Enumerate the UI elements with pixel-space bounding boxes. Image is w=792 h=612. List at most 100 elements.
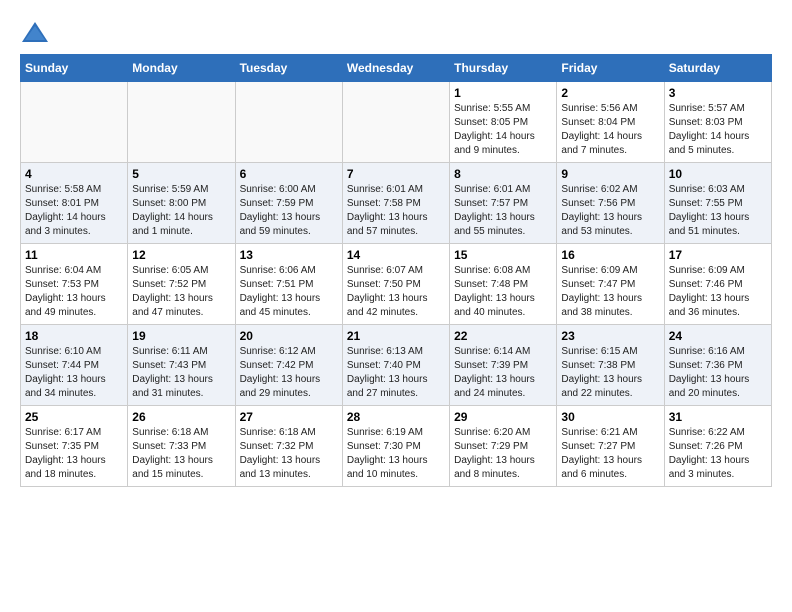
day-info: Sunrise: 6:20 AM Sunset: 7:29 PM Dayligh… xyxy=(454,426,552,482)
calendar-cell: 7Sunrise: 6:01 AM Sunset: 7:58 PM Daylig… xyxy=(342,163,449,244)
calendar-cell: 8 Sunrise: 6:01 AM Sunset: 7:57 PM Daylig… xyxy=(450,163,557,244)
day-info: Sunrise: 6:09 AM Sunset: 7:47 PM Dayligh… xyxy=(561,264,659,320)
calendar-cell: 1Sunrise: 5:55 AM Sunset: 8:05 PM Daylig… xyxy=(450,82,557,163)
day-number: 10 xyxy=(669,167,767,181)
day-info: Sunrise: 6:03 AM Sunset: 7:55 PM Dayligh… xyxy=(669,183,767,239)
calendar-cell: 20 Sunrise: 6:12 AM Sunset: 7:42 PM Dayli… xyxy=(235,325,342,406)
logo-icon xyxy=(20,20,50,44)
calendar-cell: 25 Sunrise: 6:17 AM Sunset: 7:35 PM Dayli… xyxy=(21,406,128,487)
calendar-cell: 19 Sunrise: 6:11 AM Sunset: 7:43 PM Dayli… xyxy=(128,325,235,406)
day-info: Sunrise: 5:56 AM Sunset: 8:04 PM Dayligh… xyxy=(561,102,659,158)
calendar-cell: 23 Sunrise: 6:15 AM Sunset: 7:38 PM Dayli… xyxy=(557,325,664,406)
weekday-header-thursday: Thursday xyxy=(450,55,557,82)
day-info: Sunrise: 6:11 AM Sunset: 7:43 PM Dayligh… xyxy=(132,345,230,401)
day-number: 28 xyxy=(347,410,445,424)
day-info: Sunrise: 6:14 AM Sunset: 7:39 PM Dayligh… xyxy=(454,345,552,401)
day-info: Sunrise: 6:01 AM Sunset: 7:57 PM Dayligh… xyxy=(454,183,552,239)
calendar-body: 1Sunrise: 5:55 AM Sunset: 8:05 PM Daylig… xyxy=(21,82,772,487)
weekday-header-friday: Friday xyxy=(557,55,664,82)
day-info: Sunrise: 5:58 AM Sunset: 8:01 PM Dayligh… xyxy=(25,183,123,239)
calendar-cell: 10 Sunrise: 6:03 AM Sunset: 7:55 PM Dayli… xyxy=(664,163,771,244)
day-number: 2 xyxy=(561,86,659,100)
day-info: Sunrise: 5:55 AM Sunset: 8:05 PM Dayligh… xyxy=(454,102,552,158)
day-number: 7 xyxy=(347,167,445,181)
day-number: 31 xyxy=(669,410,767,424)
day-info: Sunrise: 6:19 AM Sunset: 7:30 PM Dayligh… xyxy=(347,426,445,482)
calendar-cell: 14 Sunrise: 6:07 AM Sunset: 7:50 PM Dayli… xyxy=(342,244,449,325)
day-number: 19 xyxy=(132,329,230,343)
calendar-cell: 2 Sunrise: 5:56 AM Sunset: 8:04 PM Daylig… xyxy=(557,82,664,163)
day-info: Sunrise: 6:00 AM Sunset: 7:59 PM Dayligh… xyxy=(240,183,338,239)
day-info: Sunrise: 6:16 AM Sunset: 7:36 PM Dayligh… xyxy=(669,345,767,401)
day-number: 17 xyxy=(669,248,767,262)
day-number: 25 xyxy=(25,410,123,424)
calendar-cell: 5 Sunrise: 5:59 AM Sunset: 8:00 PM Daylig… xyxy=(128,163,235,244)
day-info: Sunrise: 6:02 AM Sunset: 7:56 PM Dayligh… xyxy=(561,183,659,239)
calendar-cell: 17 Sunrise: 6:09 AM Sunset: 7:46 PM Dayli… xyxy=(664,244,771,325)
day-info: Sunrise: 6:08 AM Sunset: 7:48 PM Dayligh… xyxy=(454,264,552,320)
calendar-cell xyxy=(128,82,235,163)
calendar-cell: 16 Sunrise: 6:09 AM Sunset: 7:47 PM Dayli… xyxy=(557,244,664,325)
day-number: 13 xyxy=(240,248,338,262)
day-info: Sunrise: 5:57 AM Sunset: 8:03 PM Dayligh… xyxy=(669,102,767,158)
calendar-cell: 9 Sunrise: 6:02 AM Sunset: 7:56 PM Daylig… xyxy=(557,163,664,244)
day-info: Sunrise: 6:09 AM Sunset: 7:46 PM Dayligh… xyxy=(669,264,767,320)
weekday-header-saturday: Saturday xyxy=(664,55,771,82)
day-number: 18 xyxy=(25,329,123,343)
day-number: 24 xyxy=(669,329,767,343)
calendar-cell: 21Sunrise: 6:13 AM Sunset: 7:40 PM Dayli… xyxy=(342,325,449,406)
day-number: 27 xyxy=(240,410,338,424)
day-info: Sunrise: 6:17 AM Sunset: 7:35 PM Dayligh… xyxy=(25,426,123,482)
calendar-cell xyxy=(21,82,128,163)
day-number: 20 xyxy=(240,329,338,343)
day-number: 9 xyxy=(561,167,659,181)
calendar-cell xyxy=(342,82,449,163)
calendar: SundayMondayTuesdayWednesdayThursdayFrid… xyxy=(20,54,772,487)
calendar-cell: 13 Sunrise: 6:06 AM Sunset: 7:51 PM Dayli… xyxy=(235,244,342,325)
day-number: 23 xyxy=(561,329,659,343)
weekday-header-tuesday: Tuesday xyxy=(235,55,342,82)
day-number: 8 xyxy=(454,167,552,181)
day-number: 3 xyxy=(669,86,767,100)
header xyxy=(20,20,772,44)
calendar-cell: 22 Sunrise: 6:14 AM Sunset: 7:39 PM Dayli… xyxy=(450,325,557,406)
day-number: 4 xyxy=(25,167,123,181)
calendar-cell: 18 Sunrise: 6:10 AM Sunset: 7:44 PM Dayli… xyxy=(21,325,128,406)
day-number: 26 xyxy=(132,410,230,424)
day-info: Sunrise: 6:18 AM Sunset: 7:32 PM Dayligh… xyxy=(240,426,338,482)
day-number: 6 xyxy=(240,167,338,181)
calendar-cell: 15 Sunrise: 6:08 AM Sunset: 7:48 PM Dayli… xyxy=(450,244,557,325)
calendar-cell: 6 Sunrise: 6:00 AM Sunset: 7:59 PM Daylig… xyxy=(235,163,342,244)
calendar-cell: 26Sunrise: 6:18 AM Sunset: 7:33 PM Dayli… xyxy=(128,406,235,487)
calendar-cell: 27 Sunrise: 6:18 AM Sunset: 7:32 PM Dayli… xyxy=(235,406,342,487)
week-row-3: 11 Sunrise: 6:04 AM Sunset: 7:53 PM Dayli… xyxy=(21,244,772,325)
day-number: 14 xyxy=(347,248,445,262)
day-info: Sunrise: 6:10 AM Sunset: 7:44 PM Dayligh… xyxy=(25,345,123,401)
day-info: Sunrise: 6:21 AM Sunset: 7:27 PM Dayligh… xyxy=(561,426,659,482)
day-number: 11 xyxy=(25,248,123,262)
day-info: Sunrise: 6:15 AM Sunset: 7:38 PM Dayligh… xyxy=(561,345,659,401)
calendar-cell xyxy=(235,82,342,163)
week-row-4: 18 Sunrise: 6:10 AM Sunset: 7:44 PM Dayli… xyxy=(21,325,772,406)
day-info: Sunrise: 6:13 AM Sunset: 7:40 PM Dayligh… xyxy=(347,345,445,401)
calendar-cell: 12 Sunrise: 6:05 AM Sunset: 7:52 PM Dayli… xyxy=(128,244,235,325)
calendar-cell: 4 Sunrise: 5:58 AM Sunset: 8:01 PM Daylig… xyxy=(21,163,128,244)
day-number: 16 xyxy=(561,248,659,262)
weekday-header-monday: Monday xyxy=(128,55,235,82)
calendar-cell: 28 Sunrise: 6:19 AM Sunset: 7:30 PM Dayli… xyxy=(342,406,449,487)
day-number: 5 xyxy=(132,167,230,181)
day-number: 12 xyxy=(132,248,230,262)
calendar-cell: 30Sunrise: 6:21 AM Sunset: 7:27 PM Dayli… xyxy=(557,406,664,487)
day-info: Sunrise: 5:59 AM Sunset: 8:00 PM Dayligh… xyxy=(132,183,230,239)
calendar-cell: 31Sunrise: 6:22 AM Sunset: 7:26 PM Dayli… xyxy=(664,406,771,487)
day-info: Sunrise: 6:06 AM Sunset: 7:51 PM Dayligh… xyxy=(240,264,338,320)
day-info: Sunrise: 6:07 AM Sunset: 7:50 PM Dayligh… xyxy=(347,264,445,320)
day-number: 15 xyxy=(454,248,552,262)
calendar-cell: 3 Sunrise: 5:57 AM Sunset: 8:03 PM Daylig… xyxy=(664,82,771,163)
day-info: Sunrise: 6:05 AM Sunset: 7:52 PM Dayligh… xyxy=(132,264,230,320)
day-number: 22 xyxy=(454,329,552,343)
day-info: Sunrise: 6:12 AM Sunset: 7:42 PM Dayligh… xyxy=(240,345,338,401)
week-row-2: 4 Sunrise: 5:58 AM Sunset: 8:01 PM Daylig… xyxy=(21,163,772,244)
logo xyxy=(20,20,54,44)
day-info: Sunrise: 6:04 AM Sunset: 7:53 PM Dayligh… xyxy=(25,264,123,320)
